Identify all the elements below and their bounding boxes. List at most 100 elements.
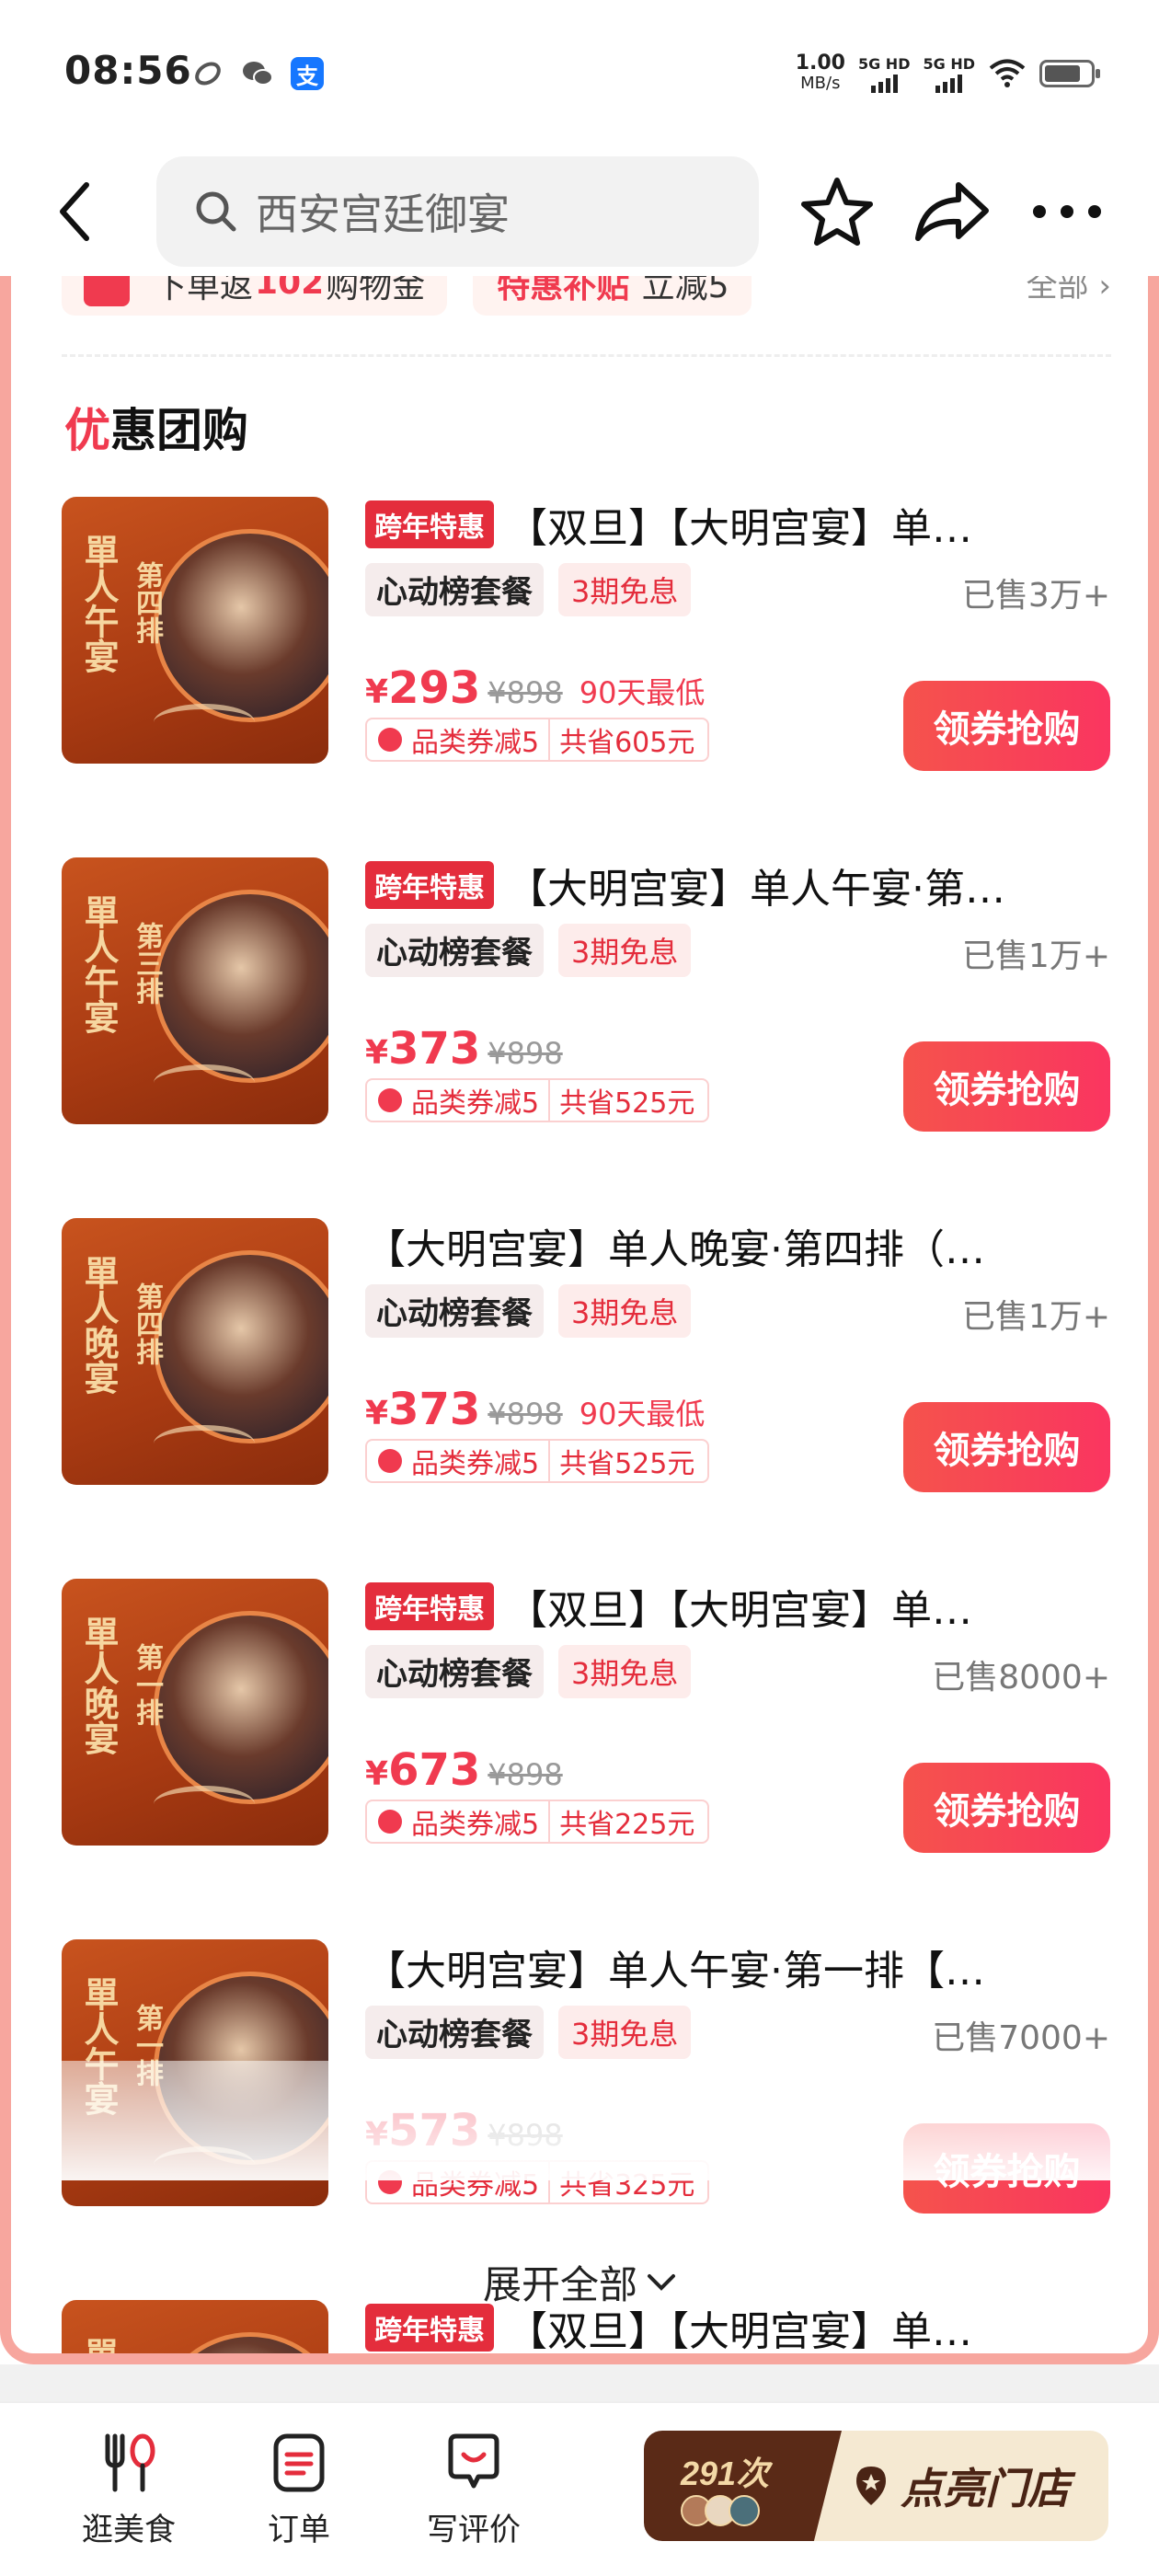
- deal-item[interactable]: 單人晚宴 第一排 跨年特惠 【双旦】【大明宫宴】单… 心动榜套餐 3期免息 已售8000+ ¥…: [62, 1579, 1110, 1855]
- deal-thumbnail[interactable]: 單人晚宴 第一排: [62, 1579, 328, 1846]
- hot-list-badge: 心动榜套餐: [365, 563, 544, 616]
- total-savings: 共省225元: [559, 1809, 695, 1841]
- hot-list-badge: 心动榜套餐: [365, 924, 544, 977]
- share-button[interactable]: [911, 175, 993, 248]
- deal-thumbnail[interactable]: 單人午宴 第四排: [62, 497, 328, 764]
- fork-knife-icon: [105, 2433, 155, 2492]
- cloud-decoration: [154, 1786, 255, 1823]
- search-input[interactable]: 西安宫廷御宴: [156, 156, 759, 267]
- gift-icon: [84, 276, 130, 306]
- claim-coupon-buy-button[interactable]: 领券抢购: [903, 1763, 1110, 1853]
- deal-item[interactable]: 單人午宴 第三排 跨年特惠 【大明宫宴】单人午宴·第… 心动榜套餐 3期免息 已售1万+ ¥3…: [62, 857, 1110, 1133]
- deal-item[interactable]: 單人午宴 第一排 【大明宫宴】单人午宴·第一排【… 心动榜套餐 3期免息 已售7000+ ¥…: [62, 1939, 1110, 2215]
- sold-count: 已售7000+: [932, 2019, 1110, 2057]
- coupon-info: 品类券减5 共省525元: [365, 1439, 710, 1483]
- new-year-tag: 跨年特惠: [365, 861, 494, 909]
- thumbnail-seat: 第一排: [131, 1643, 163, 1726]
- thumbnail-photo: [154, 1611, 328, 1804]
- flame-icon: [378, 1449, 402, 1473]
- back-button[interactable]: [46, 175, 101, 248]
- more-button[interactable]: [1026, 175, 1108, 248]
- thumbnail-caption: 單人午宴: [78, 1976, 120, 2116]
- deal-badges: 心动榜套餐 3期免息: [365, 1284, 692, 1338]
- signal-bars-icon: [935, 73, 963, 93]
- alipay-icon: 支: [291, 57, 324, 90]
- installment-badge: 3期免息: [558, 924, 692, 977]
- light-up-store-button[interactable]: 291次 点亮门店: [644, 2431, 1108, 2541]
- price-row: ¥293 ¥898 90天最低: [365, 662, 705, 714]
- group-buy-card: 下单返 102 购物金 特惠补贴 立减5 全部 › 优惠团购 單人午宴 第四排 跨年特惠…: [0, 276, 1159, 2364]
- current-price: ¥673: [365, 1744, 481, 1796]
- claim-coupon-buy-button[interactable]: 领券抢购: [903, 1041, 1110, 1132]
- signal-indicator-1: 5G HD: [858, 55, 910, 93]
- cashback-chip[interactable]: 下单返 102 购物金: [62, 276, 448, 316]
- coupon-info: 品类券减5 共省605元: [365, 718, 710, 762]
- deal-body: 跨年特惠 【大明宫宴】单人午宴·第… 心动榜套餐 3期免息 已售1万+ ¥373 ¥898 品…: [365, 856, 1110, 1132]
- claim-coupon-buy-button[interactable]: 领券抢购: [903, 2123, 1110, 2214]
- lowest-price-tag: 90天最低: [579, 1397, 706, 1432]
- current-price: ¥573: [365, 2105, 481, 2156]
- new-year-tag: 跨年特惠: [365, 500, 494, 548]
- expand-all-button[interactable]: 展开全部: [11, 2254, 1148, 2310]
- deal-badges: 心动榜套餐 3期免息: [365, 1645, 692, 1698]
- status-time: 08:56: [64, 48, 192, 93]
- deal-item[interactable]: 單人晚宴 第四排 【大明宫宴】单人晚宴·第四排（… 心动榜套餐 3期免息 已售1万+ ¥37…: [62, 1218, 1110, 1494]
- signal-indicator-2: 5G HD: [923, 55, 975, 93]
- deal-title[interactable]: 【双旦】【大明宫宴】单…: [507, 1577, 972, 1636]
- deal-body: 跨年特惠 【双旦】【大明宫宴】单… 心动榜套餐 3期免息 已售8000+ ¥673 ¥898…: [365, 1577, 1110, 1853]
- price-row: ¥573 ¥898: [365, 2105, 563, 2156]
- status-bar: 08:56 支 1.00 MB/s 5G HD 5G HD: [0, 0, 1159, 147]
- flame-icon: [378, 2170, 402, 2194]
- deal-badges: 心动榜套餐 3期免息: [365, 563, 692, 616]
- category-coupon: 品类券减5: [411, 727, 540, 759]
- checkin-count: 291次: [681, 2455, 770, 2492]
- claim-coupon-buy-button[interactable]: 领券抢购: [903, 681, 1110, 771]
- thumbnail-photo: [154, 1250, 328, 1443]
- bottom-bar: 逛美食 订单 写评价 291次 点亮门店: [0, 2401, 1159, 2576]
- star-icon: [801, 178, 873, 246]
- battery-icon: [1039, 60, 1100, 87]
- thumbnail-photo: [154, 2332, 328, 2353]
- thumbnail-photo: [154, 529, 328, 722]
- deal-title[interactable]: 【双旦】【大明宫宴】单…: [507, 495, 972, 554]
- tab-browse-food[interactable]: 逛美食: [51, 2431, 207, 2549]
- tab-write-review[interactable]: 写评价: [396, 2431, 552, 2549]
- status-right: 1.00 MB/s 5G HD 5G HD: [796, 53, 1100, 94]
- cloud-decoration: [154, 1425, 255, 1462]
- link-app-icon: [191, 57, 224, 90]
- wechat-icon: [241, 57, 274, 90]
- new-year-tag: 跨年特惠: [365, 2304, 494, 2352]
- flame-icon: [378, 1810, 402, 1834]
- deal-thumbnail[interactable]: 單人晚宴 第四排: [62, 1218, 328, 1485]
- location-pin-icon: [856, 2467, 886, 2505]
- coupon-info: 品类券减5 共省225元: [365, 1800, 710, 1844]
- hot-list-badge: 心动榜套餐: [365, 2006, 544, 2059]
- installment-badge: 3期免息: [558, 1284, 692, 1338]
- deal-thumbnail[interactable]: 單人午宴 第三排: [62, 857, 328, 1124]
- thumbnail-caption: 單人晚宴: [78, 1255, 120, 1395]
- deal-item[interactable]: 單人午宴 第四排 跨年特惠 【双旦】【大明宫宴】单… 心动榜套餐 3期免息 已售3万+ ¥29…: [62, 497, 1110, 773]
- back-icon: [60, 182, 89, 241]
- hot-list-badge: 心动榜套餐: [365, 1284, 544, 1338]
- nav-bar: 西安宫廷御宴: [0, 147, 1159, 276]
- deal-title[interactable]: 【大明宫宴】单人晚宴·第四排（…: [365, 1216, 985, 1275]
- claim-coupon-buy-button[interactable]: 领券抢购: [903, 1402, 1110, 1492]
- thumbnail-caption: 單人午宴: [78, 534, 120, 673]
- deal-thumbnail[interactable]: 單人午宴第一排: [62, 1939, 328, 2206]
- installment-badge: 3期免息: [558, 563, 692, 616]
- price-row: ¥673 ¥898: [365, 1744, 563, 1796]
- section-title: 优惠团购: [64, 404, 248, 457]
- deal-title[interactable]: 【大明宫宴】单人午宴·第…: [507, 856, 1005, 914]
- thumbnail-caption: 單人晚宴: [78, 1616, 120, 1755]
- installment-badge: 3期免息: [558, 1645, 692, 1698]
- thumbnail-seat: 第一排: [131, 2004, 163, 2087]
- promo-more-link[interactable]: 全部 ›: [1027, 276, 1111, 305]
- share-icon: [915, 182, 989, 241]
- sold-count: 已售3万+: [961, 577, 1110, 615]
- current-price: ¥373: [365, 1023, 481, 1075]
- tab-orders[interactable]: 订单: [221, 2431, 377, 2549]
- deal-title[interactable]: 【大明宫宴】单人午宴·第一排【…: [365, 1938, 985, 1996]
- subsidy-chip[interactable]: 特惠补贴 立减5: [473, 276, 752, 316]
- cloud-decoration: [154, 2146, 255, 2183]
- favorite-button[interactable]: [796, 175, 878, 248]
